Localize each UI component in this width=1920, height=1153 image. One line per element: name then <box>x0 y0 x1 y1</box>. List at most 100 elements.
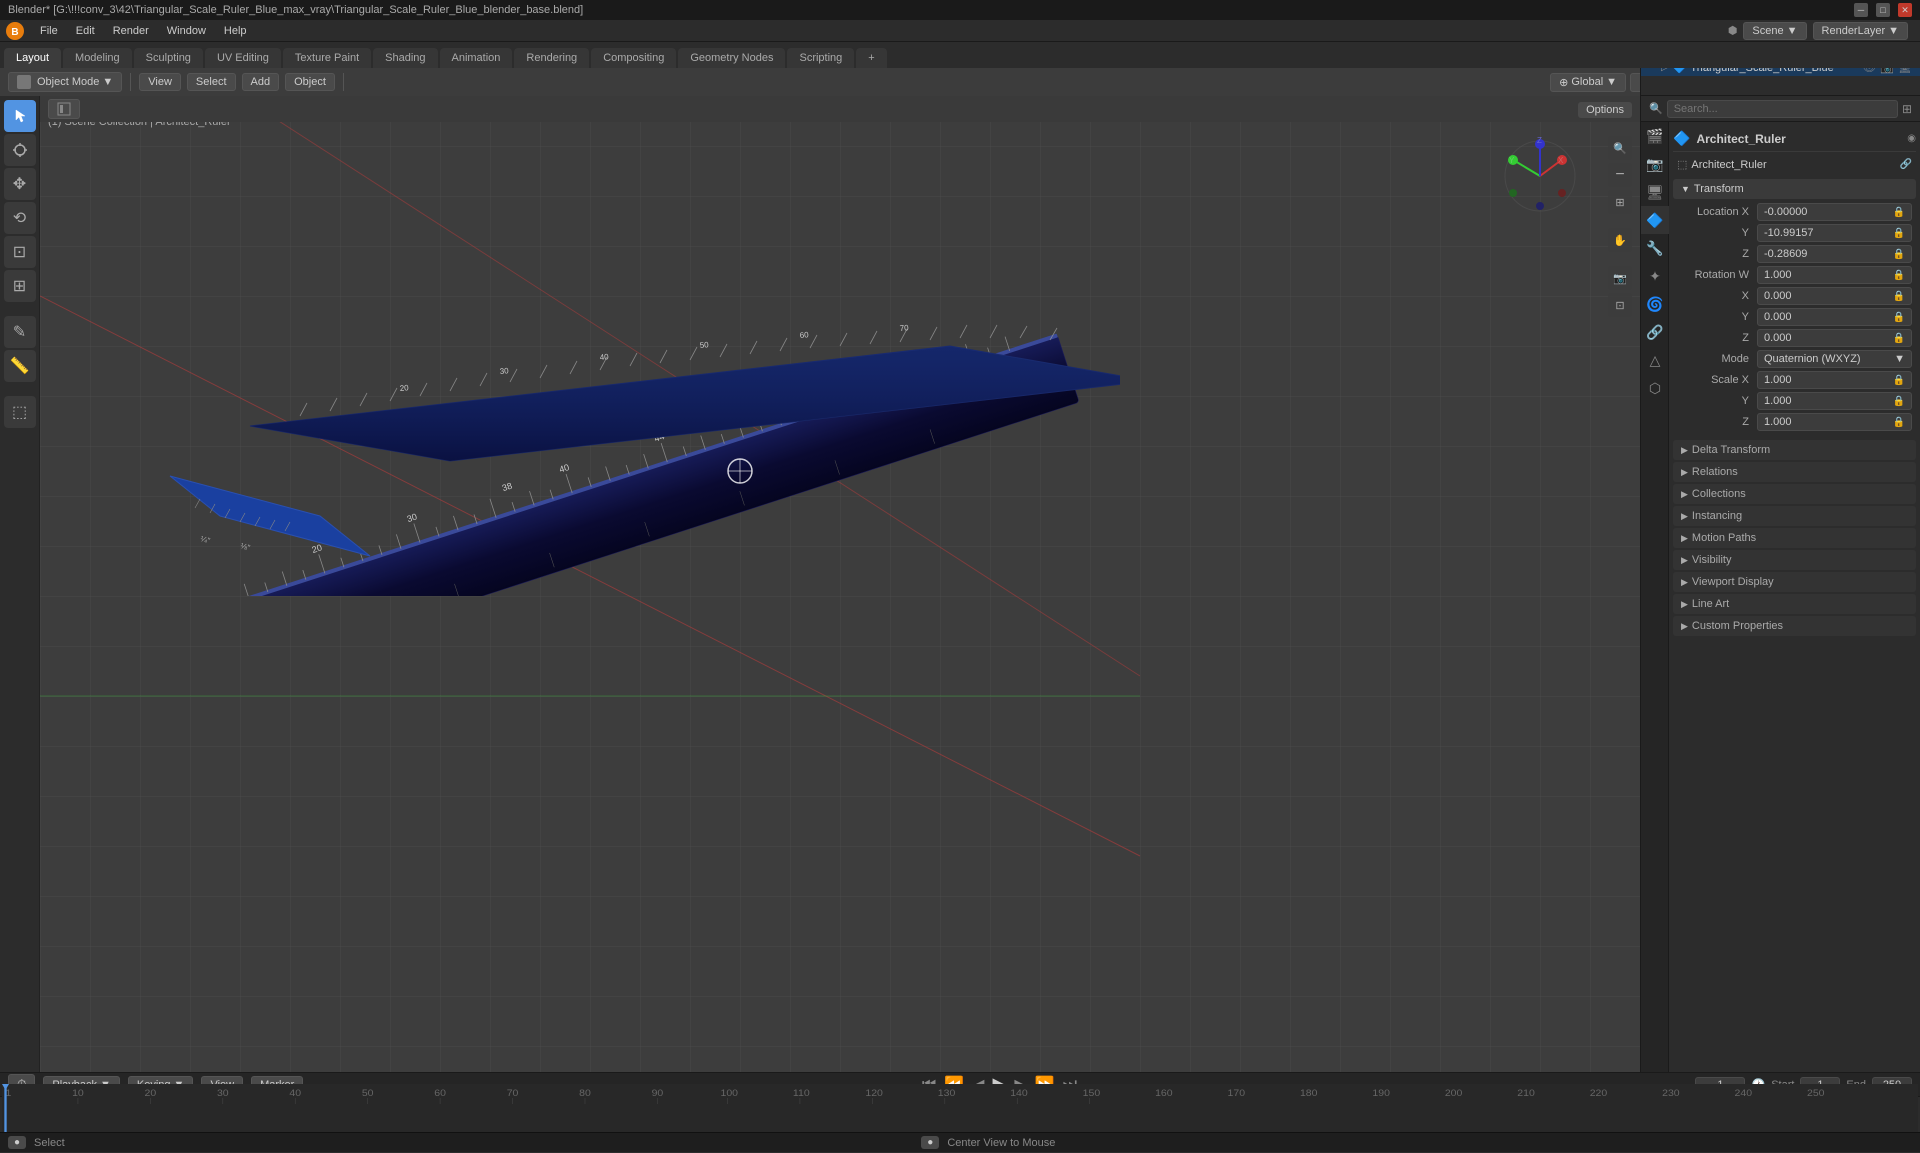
select-menu[interactable]: Select <box>187 73 236 91</box>
lock-scale-y[interactable]: 🔒 <box>1893 396 1905 407</box>
zoom-in-btn[interactable]: 🔍 <box>1608 136 1632 160</box>
line-art-section[interactable]: ▶ Line Art <box>1673 594 1916 614</box>
tab-compositing[interactable]: Compositing <box>591 48 676 68</box>
prop-tab-material[interactable]: ⬡ <box>1641 374 1669 402</box>
pan-btn[interactable]: ✋ <box>1608 228 1632 252</box>
viewport-options-btn[interactable]: Options <box>1578 102 1632 118</box>
instancing-section[interactable]: ▶ Instancing <box>1673 506 1916 526</box>
prop-tab-particles[interactable]: ✦ <box>1641 262 1669 290</box>
status-center-hint: Center View to Mouse <box>947 1137 1055 1149</box>
tool-transform[interactable]: ⊞ <box>4 270 36 302</box>
custom-properties-section[interactable]: ▶ Custom Properties <box>1673 616 1916 636</box>
render-layer-selector[interactable]: RenderLayer ▼ <box>1813 22 1908 40</box>
collections-section[interactable]: ▶ Collections <box>1673 484 1916 504</box>
editor-type-btn[interactable] <box>48 99 80 119</box>
lock-rot-z[interactable]: 🔒 <box>1893 333 1905 344</box>
location-y-row: Y -10.99157 🔒 <box>1677 224 1912 242</box>
delta-transform-section[interactable]: ▶ Delta Transform <box>1673 440 1916 460</box>
tab-add[interactable]: + <box>856 48 886 68</box>
transform-section-header[interactable]: ▼ Transform <box>1673 179 1916 199</box>
add-menu[interactable]: Add <box>242 73 280 91</box>
camera-view-btn[interactable]: 📷 <box>1608 266 1632 290</box>
rotation-x-field[interactable]: 0.000 🔒 <box>1757 287 1912 305</box>
blender-logo: B <box>4 20 26 42</box>
properties-content: 🔷 Architect_Ruler ◉ ⬚ Architect_Ruler 🔗 … <box>1669 122 1920 1072</box>
tab-sculpting[interactable]: Sculpting <box>134 48 203 68</box>
object-mode-selector[interactable]: Object Mode ▼ <box>8 72 122 92</box>
tool-add-cube[interactable]: ⬚ <box>4 396 36 428</box>
object-menu[interactable]: Object <box>285 73 335 91</box>
prop-tab-scene[interactable]: 🎬 <box>1641 122 1669 150</box>
viewport-3d[interactable]: User Perspective (1) Scene Collection | … <box>40 96 1640 1072</box>
close-button[interactable]: ✕ <box>1898 3 1912 17</box>
tab-animation[interactable]: Animation <box>440 48 513 68</box>
prop-tab-data[interactable]: △ <box>1641 346 1669 374</box>
viewport-display-section[interactable]: ▶ Viewport Display <box>1673 572 1916 592</box>
tab-shading[interactable]: Shading <box>373 48 437 68</box>
scale-x-field[interactable]: 1.000 🔒 <box>1757 371 1912 389</box>
location-y-field[interactable]: -10.99157 🔒 <box>1757 224 1912 242</box>
minimize-button[interactable]: ─ <box>1854 3 1868 17</box>
maximize-button[interactable]: □ <box>1876 3 1890 17</box>
motion-paths-chevron: ▶ <box>1681 533 1688 544</box>
menu-file[interactable]: File <box>32 23 66 39</box>
scale-x-row: Scale X 1.000 🔒 <box>1677 371 1912 389</box>
menu-edit[interactable]: Edit <box>68 23 103 39</box>
motion-paths-section[interactable]: ▶ Motion Paths <box>1673 528 1916 548</box>
transform-chevron: ▼ <box>1681 184 1690 194</box>
lock-rot-w[interactable]: 🔒 <box>1893 270 1905 281</box>
tool-annotate[interactable]: ✎ <box>4 316 36 348</box>
tab-layout[interactable]: Layout <box>4 48 61 68</box>
tab-modeling[interactable]: Modeling <box>63 48 132 68</box>
prop-tab-output[interactable]: 🖥 <box>1641 178 1669 206</box>
scene-selector[interactable]: Scene ▼ <box>1743 22 1806 40</box>
prop-tab-modifier[interactable]: 🔧 <box>1641 234 1669 262</box>
menu-window[interactable]: Window <box>159 23 214 39</box>
properties-filter-icon[interactable]: ⊞ <box>1902 102 1912 116</box>
lock-loc-y[interactable]: 🔒 <box>1893 228 1905 239</box>
tool-cursor[interactable] <box>4 134 36 166</box>
svg-text:10: 10 <box>72 1089 84 1099</box>
zoom-region-btn[interactable]: ⊞ <box>1608 190 1632 214</box>
tab-rendering[interactable]: Rendering <box>514 48 589 68</box>
lock-rot-y[interactable]: 🔒 <box>1893 312 1905 323</box>
lock-rot-x[interactable]: 🔒 <box>1893 291 1905 302</box>
tool-move[interactable]: ✥ <box>4 168 36 200</box>
tab-texture-paint[interactable]: Texture Paint <box>283 48 371 68</box>
scale-z-field[interactable]: 1.000 🔒 <box>1757 413 1912 431</box>
scale-y-field[interactable]: 1.000 🔒 <box>1757 392 1912 410</box>
status-center-badge: ● <box>921 1136 939 1149</box>
lock-loc-z[interactable]: 🔒 <box>1893 249 1905 260</box>
rotation-w-field[interactable]: 1.000 🔒 <box>1757 266 1912 284</box>
tool-measure[interactable]: 📏 <box>4 350 36 382</box>
tab-geometry-nodes[interactable]: Geometry Nodes <box>678 48 785 68</box>
tab-scripting[interactable]: Scripting <box>787 48 854 68</box>
tab-uv-editing[interactable]: UV Editing <box>205 48 281 68</box>
prop-tab-render[interactable]: 📷 <box>1641 150 1669 178</box>
view-menu[interactable]: View <box>139 73 181 91</box>
transform-section-body: Location X -0.00000 🔒 Y -10.99157 🔒 <box>1673 199 1916 438</box>
menu-help[interactable]: Help <box>216 23 255 39</box>
zoom-out-btn[interactable]: − <box>1608 163 1632 187</box>
visibility-section[interactable]: ▶ Visibility <box>1673 550 1916 570</box>
prop-tab-physics[interactable]: 🌀 <box>1641 290 1669 318</box>
relations-section[interactable]: ▶ Relations <box>1673 462 1916 482</box>
transform-selector[interactable]: ⊕Global▼ <box>1550 73 1626 92</box>
tool-rotate[interactable]: ⟲ <box>4 202 36 234</box>
rotation-z-field[interactable]: 0.000 🔒 <box>1757 329 1912 347</box>
lock-loc-x[interactable]: 🔒 <box>1893 207 1905 218</box>
location-x-field[interactable]: -0.00000 🔒 <box>1757 203 1912 221</box>
menu-render[interactable]: Render <box>105 23 157 39</box>
prop-tab-constraints[interactable]: 🔗 <box>1641 318 1669 346</box>
rotation-mode-selector[interactable]: Quaternion (WXYZ) ▼ <box>1757 350 1912 368</box>
lock-scale-x[interactable]: 🔒 <box>1893 375 1905 386</box>
navigation-gizmo[interactable]: X Y Z <box>1500 136 1580 216</box>
tool-scale[interactable]: ⊡ <box>4 236 36 268</box>
tool-select[interactable] <box>4 100 36 132</box>
location-z-field[interactable]: -0.28609 🔒 <box>1757 245 1912 263</box>
render-region-btn[interactable]: ⊡ <box>1608 293 1632 317</box>
lock-scale-z[interactable]: 🔒 <box>1893 417 1905 428</box>
prop-tab-object[interactable]: 🔷 <box>1641 206 1669 234</box>
properties-search[interactable] <box>1667 100 1898 118</box>
rotation-y-field[interactable]: 0.000 🔒 <box>1757 308 1912 326</box>
